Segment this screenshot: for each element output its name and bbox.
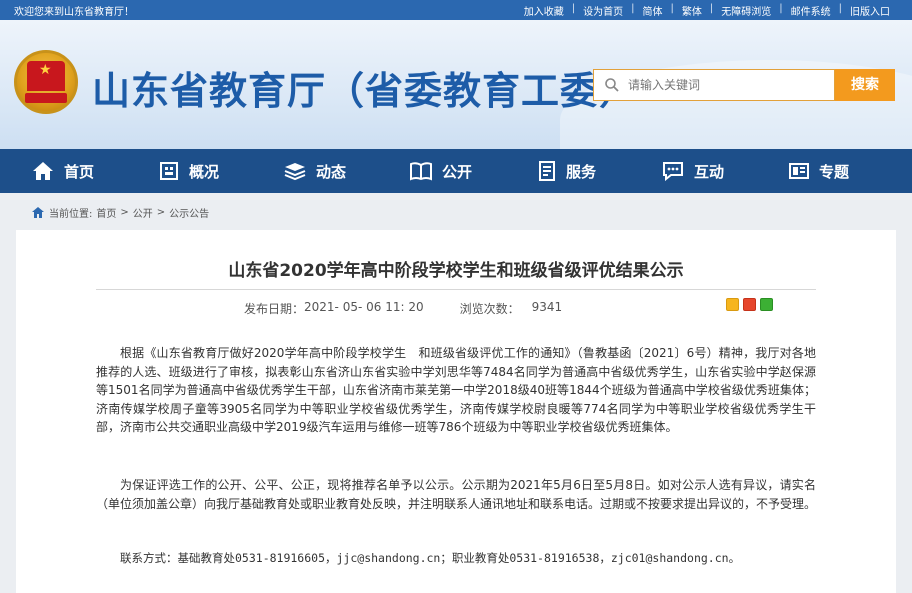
set-homepage-link[interactable]: 设为首页 [575,3,631,18]
views-label: 浏览次数： [459,302,520,316]
nav-label: 互动 [693,162,724,181]
simplified-chinese-link[interactable]: 简体 [635,3,671,18]
welcome-text: 欢迎您来到山东省教育厅！ [14,7,134,18]
nav-item-service[interactable]: 服务 [504,149,630,193]
nav-item-overview[interactable]: 概况 [126,149,252,193]
chat-icon [662,162,683,181]
qzone-share-icon[interactable] [726,298,739,311]
article-paragraph: 为保证评选工作的公开、公平、公正，现将推荐名单予以公示。公示期为2021年5月6… [96,478,817,511]
breadcrumb-public[interactable]: 公开 [133,205,153,220]
search-icon [605,78,619,92]
site-title[interactable]: 山东省教育厅（省委教育工委） [92,60,638,115]
weibo-share-icon[interactable] [743,298,756,311]
breadcrumb-announcements[interactable]: 公示公告 [169,205,209,220]
national-emblem-icon: ★ [14,50,78,114]
nav-label: 动态 [315,162,346,181]
breadcrumb-prefix: 当前位置: [49,209,93,220]
add-favorite-link[interactable]: 加入收藏 [516,3,572,18]
wechat-share-icon[interactable] [760,298,773,311]
nav-label: 首页 [63,162,94,181]
article-title: 山东省2020学年高中阶段学校学生和班级省级评优结果公示 [228,261,684,281]
nav-label: 专题 [818,162,849,181]
publish-date: 2021- 05- 06 11: 20 [304,300,424,314]
breadcrumb: 当前位置: 首页 > 公开 > 公示公告 [32,205,213,220]
article-paragraph: 根据《山东省教育厅做好2020学年高中阶段学校学生 和班级省级评优工作的通知》（… [96,346,816,434]
old-version-link[interactable]: 旧版入口 [842,3,898,18]
breadcrumb-home[interactable]: 首页 [96,205,116,220]
nav-item-home[interactable]: 首页 [0,149,126,193]
search-input[interactable] [628,75,828,95]
accessibility-link[interactable]: 无障碍浏览 [713,3,779,18]
home-icon [32,162,53,180]
date-label: 发布日期： [244,302,305,316]
nav-item-interact[interactable]: 互动 [630,149,756,193]
nav-item-public[interactable]: 公开 [378,149,504,193]
view-count: 9341 [531,300,563,314]
divider: | [709,3,714,14]
nav-label: 概况 [188,162,219,181]
header-banner: ★ 山东省教育厅（省委教育工委） 搜索 [0,20,912,149]
home-icon [32,207,44,218]
contact-paragraph: 联系方式：基础教育处0531-81916605，jjc@shandong.cn；… [120,551,741,565]
nav-item-news[interactable]: 动态 [252,149,378,193]
top-bar: 欢迎您来到山东省教育厅！ 加入收藏 | 设为首页 | 简体 | 繁体 | 无障碍浏览 | … [0,0,912,20]
divider: | [670,3,674,14]
top-links: 加入收藏 | 设为首页 | 简体 | 繁体 | 无障碍浏览 | 邮件系统 | 旧版入口 [516,3,898,18]
book-icon [409,162,432,181]
article-meta: 发布日期： 2021- 05- 06 11: 20 浏览次数： 9341 [244,300,562,317]
main-nav: 首页 概况 动态 公开 服务 互动 专题 [0,149,912,193]
divider: | [779,3,783,14]
share-buttons [726,298,777,311]
mail-system-link[interactable]: 邮件系统 [783,3,839,18]
article-panel: 山东省2020学年高中阶段学校学生和班级省级评优结果公示 发布日期： 2021-… [16,230,896,593]
title-divider [96,289,816,290]
search-button[interactable]: 搜索 [835,69,895,101]
building-icon [159,162,178,180]
document-icon [538,161,555,181]
nav-label: 服务 [565,162,596,181]
topic-icon [788,163,809,179]
nav-item-topics[interactable]: 专题 [756,149,882,193]
divider: | [631,3,635,14]
divider: | [838,3,842,14]
divider: | [571,3,576,14]
traditional-chinese-link[interactable]: 繁体 [674,3,710,18]
stack-icon [284,163,306,181]
breadcrumb-separator: > [156,207,166,218]
search-box [593,69,835,101]
breadcrumb-separator: > [120,207,129,218]
nav-label: 公开 [441,162,472,181]
